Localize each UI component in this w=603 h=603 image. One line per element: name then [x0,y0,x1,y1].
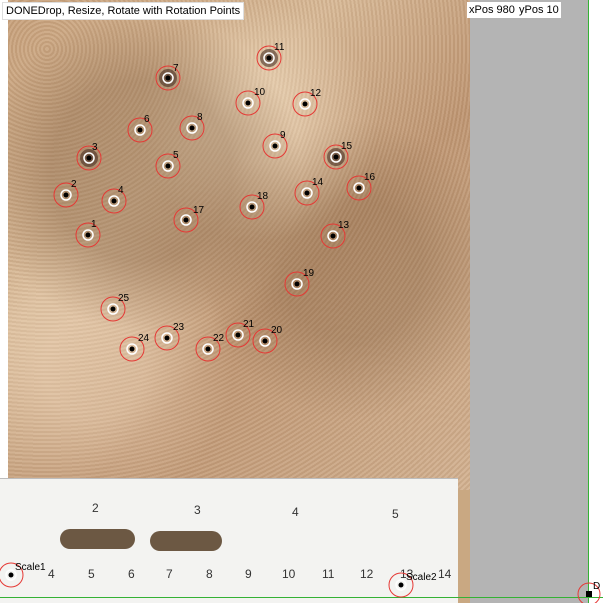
scale2-label: Scale2 [406,572,437,583]
landmark-point[interactable] [155,153,181,179]
landmark-point[interactable] [239,194,265,220]
landmark-point[interactable] [225,322,251,348]
landmark-point[interactable] [155,65,181,91]
landmark-point[interactable] [292,91,318,117]
landmark-point[interactable] [195,336,221,362]
landmark-point[interactable] [284,271,310,297]
landmark-point[interactable] [294,180,320,206]
landmark-point[interactable] [173,207,199,233]
landmark-point[interactable] [235,90,261,116]
landmark-point[interactable] [256,45,282,71]
landmark-point[interactable] [127,117,153,143]
landmark-point[interactable] [252,328,278,354]
landmark-point[interactable] [101,188,127,214]
landmark-point[interactable] [179,115,205,141]
landmark-point[interactable] [76,145,102,171]
landmark-point[interactable] [100,296,126,322]
landmark-point[interactable] [154,325,180,351]
landmark-point[interactable] [262,133,288,159]
landmark-point[interactable] [346,175,372,201]
landmark-point[interactable] [320,223,346,249]
landmark-point[interactable] [323,144,349,170]
landmark-overlay [0,45,601,603]
scale1-label: Scale1 [15,562,46,573]
landmark-point[interactable] [53,182,79,208]
done-marker-label: D [593,581,601,592]
landmark-point[interactable] [75,222,101,248]
landmark-point[interactable] [119,336,145,362]
